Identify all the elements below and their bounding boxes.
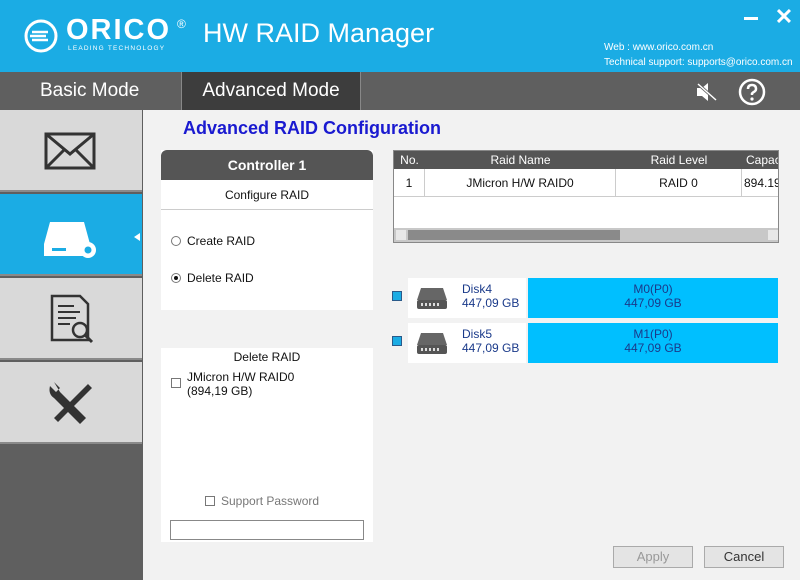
raid-delete-name: JMicron H/W RAID0 [187,370,295,384]
hard-drive-icon [417,288,447,309]
cell-raid-level: RAID 0 [616,169,742,197]
col-raid-level: Raid Level [650,153,708,167]
hard-drive-icon [417,333,447,354]
support-email: Technical support: supports@orico.com.cn [604,57,793,68]
delete-raid-panel: Delete RAID JMicron H/W RAID0 (894,19 GB… [161,348,373,542]
raid-config-icon [44,222,96,258]
page-title: Advanced RAID Configuration [183,118,442,138]
mode-tabbar: Basic Mode Advanced Mode [0,72,800,110]
member-id: M1(P0) [633,327,673,341]
controller-title: Controller 1 [161,150,373,180]
raid-table: No. Raid Name Raid Level Capacity 1 JMic… [393,150,779,243]
controller-panel: Controller 1 Configure RAID Create RAID … [161,150,373,310]
disk-name: Disk4 [462,282,493,296]
support-password-label: Support Password [221,494,320,508]
apply-button[interactable]: Apply [613,546,693,568]
cancel-button[interactable]: Cancel [704,546,784,568]
mail-icon [44,132,96,170]
create-raid-radio[interactable] [171,236,181,246]
logo-text: ORICO [66,14,172,46]
sidebar-item-raid-config[interactable] [0,194,142,276]
help-icon[interactable] [738,78,766,106]
horizontal-scrollbar[interactable] [394,228,778,242]
disk-size: 447,09 GB [462,341,520,355]
mute-icon[interactable] [694,80,720,104]
tools-icon [49,382,92,424]
close-icon[interactable]: ✕ [773,6,795,28]
app-header: ORICO ® LEADING TECHNOLOGY HW RAID Manag… [0,0,800,72]
sidebar-item-mail[interactable] [0,110,142,192]
disk-size: 447,09 GB [462,296,520,310]
table-header: No. Raid Name Raid Level Capacity [394,151,778,169]
disk-row[interactable]: Disk4 447,09 GB M0(P0) 447,09 GB [391,278,779,318]
disk-info: Disk4 447,09 GB [408,278,526,318]
cell-no: 1 [394,169,425,197]
delete-raid-option[interactable]: Delete RAID [171,271,254,285]
app-title: HW RAID Manager [203,18,435,48]
create-raid-option[interactable]: Create RAID [171,234,255,248]
web-link: Web : www.orico.com.cn [604,42,714,53]
tab-advanced-mode[interactable]: Advanced Mode [181,72,361,110]
active-item-caret [134,233,140,241]
minimize-icon[interactable] [741,8,761,28]
member-size: 447,09 GB [624,296,682,310]
raid-delete-size: (894,19 GB) [187,384,253,398]
cell-raid-name: JMicron H/W RAID0 [425,169,616,197]
cell-capacity: 894.19 [744,176,779,190]
scroll-left-button[interactable] [396,230,406,240]
disk-info: Disk5 447,09 GB [408,323,526,363]
disk-name: Disk5 [462,327,493,341]
sidebar-item-tools[interactable] [0,362,142,444]
disk-row[interactable]: Disk5 447,09 GB M1(P0) 447,09 GB [391,323,779,363]
create-raid-label: Create RAID [187,234,256,248]
raid-delete-item[interactable]: JMicron H/W RAID0 (894,19 GB) [171,370,294,398]
support-password-option[interactable]: Support Password [205,494,319,508]
member-id: M0(P0) [633,282,673,296]
delete-raid-radio[interactable] [171,273,181,283]
scroll-thumb[interactable] [408,230,620,240]
sidebar [0,110,143,580]
disk-checkbox[interactable] [392,291,402,301]
password-input[interactable] [170,520,364,540]
delete-raid-title: Delete RAID [233,350,301,364]
configure-raid-label: Configure RAID [161,180,373,210]
member-size: 447,09 GB [624,341,682,355]
raid-delete-checkbox[interactable] [171,378,181,388]
support-password-checkbox[interactable] [205,496,215,506]
col-raid-name: Raid Name [490,153,551,167]
delete-raid-label: Delete RAID [187,271,254,285]
scroll-right-button[interactable] [768,230,778,240]
tab-basic-mode[interactable]: Basic Mode [0,72,180,110]
disk-member-bar: M0(P0) 447,09 GB [528,278,778,318]
registered-mark: ® [177,17,186,31]
orico-logo-icon [24,19,58,53]
col-capacity: Capacity [746,153,778,167]
sidebar-item-logs[interactable] [0,278,142,360]
disk-member-bar: M1(P0) 447,09 GB [528,323,778,363]
logo-tagline: LEADING TECHNOLOGY [68,45,166,52]
col-no: No. [400,153,419,167]
table-row[interactable]: 1 JMicron H/W RAID0 RAID 0 894.19 [394,169,779,197]
log-search-icon [50,294,94,344]
disk-checkbox[interactable] [392,336,402,346]
